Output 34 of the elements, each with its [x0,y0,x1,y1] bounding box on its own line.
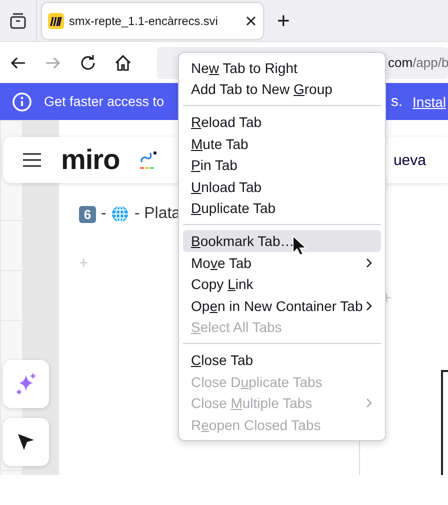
ai-button[interactable] [3,360,49,408]
globe-icon [111,205,130,223]
home-button[interactable] [114,54,132,72]
browser-tab[interactable]: smx-repte_1.1-encàrrecs.svi [42,2,263,38]
reload-button[interactable] [79,54,97,72]
menu-item[interactable]: Add Tab to New Group [183,78,381,100]
menu-item[interactable]: Copy Link [183,273,381,295]
menu-icon[interactable] [23,152,41,168]
logo: miro [61,144,120,176]
select-tool-button[interactable] [3,418,49,466]
menu-item[interactable]: Pin Tab [183,154,381,176]
close-icon[interactable] [245,14,257,26]
info-icon [12,92,32,112]
menu-item[interactable]: Move Tab [183,252,381,274]
menu-item[interactable]: Bookmark Tab… [183,230,381,252]
mouse-cursor-icon [292,235,308,257]
pointer-icon [16,432,36,452]
menu-item[interactable]: Duplicate Tab [183,198,381,220]
number-badge: 6 [79,206,96,222]
new-tab-button[interactable]: + [277,10,290,32]
board-logo-icon [48,12,64,28]
menu-item[interactable]: Mute Tab [183,132,381,154]
board-name[interactable]: ueva [393,152,426,168]
menu-item[interactable]: Open in New Container Tab [183,294,381,317]
sparkle-icon [15,372,37,396]
menu-item[interactable]: New Tab to Right [183,57,381,79]
banner-message: s. [390,93,403,110]
tab-list-icon[interactable] [9,12,27,30]
frame-title: - [101,205,106,223]
menu-item[interactable]: Unload Tab [183,176,381,198]
install-link[interactable]: Instal [412,94,446,110]
menu-item[interactable]: Close Tab [183,349,381,371]
banner-message: Get faster access to [44,94,164,109]
menu-item[interactable]: Reload Tab [183,111,381,133]
